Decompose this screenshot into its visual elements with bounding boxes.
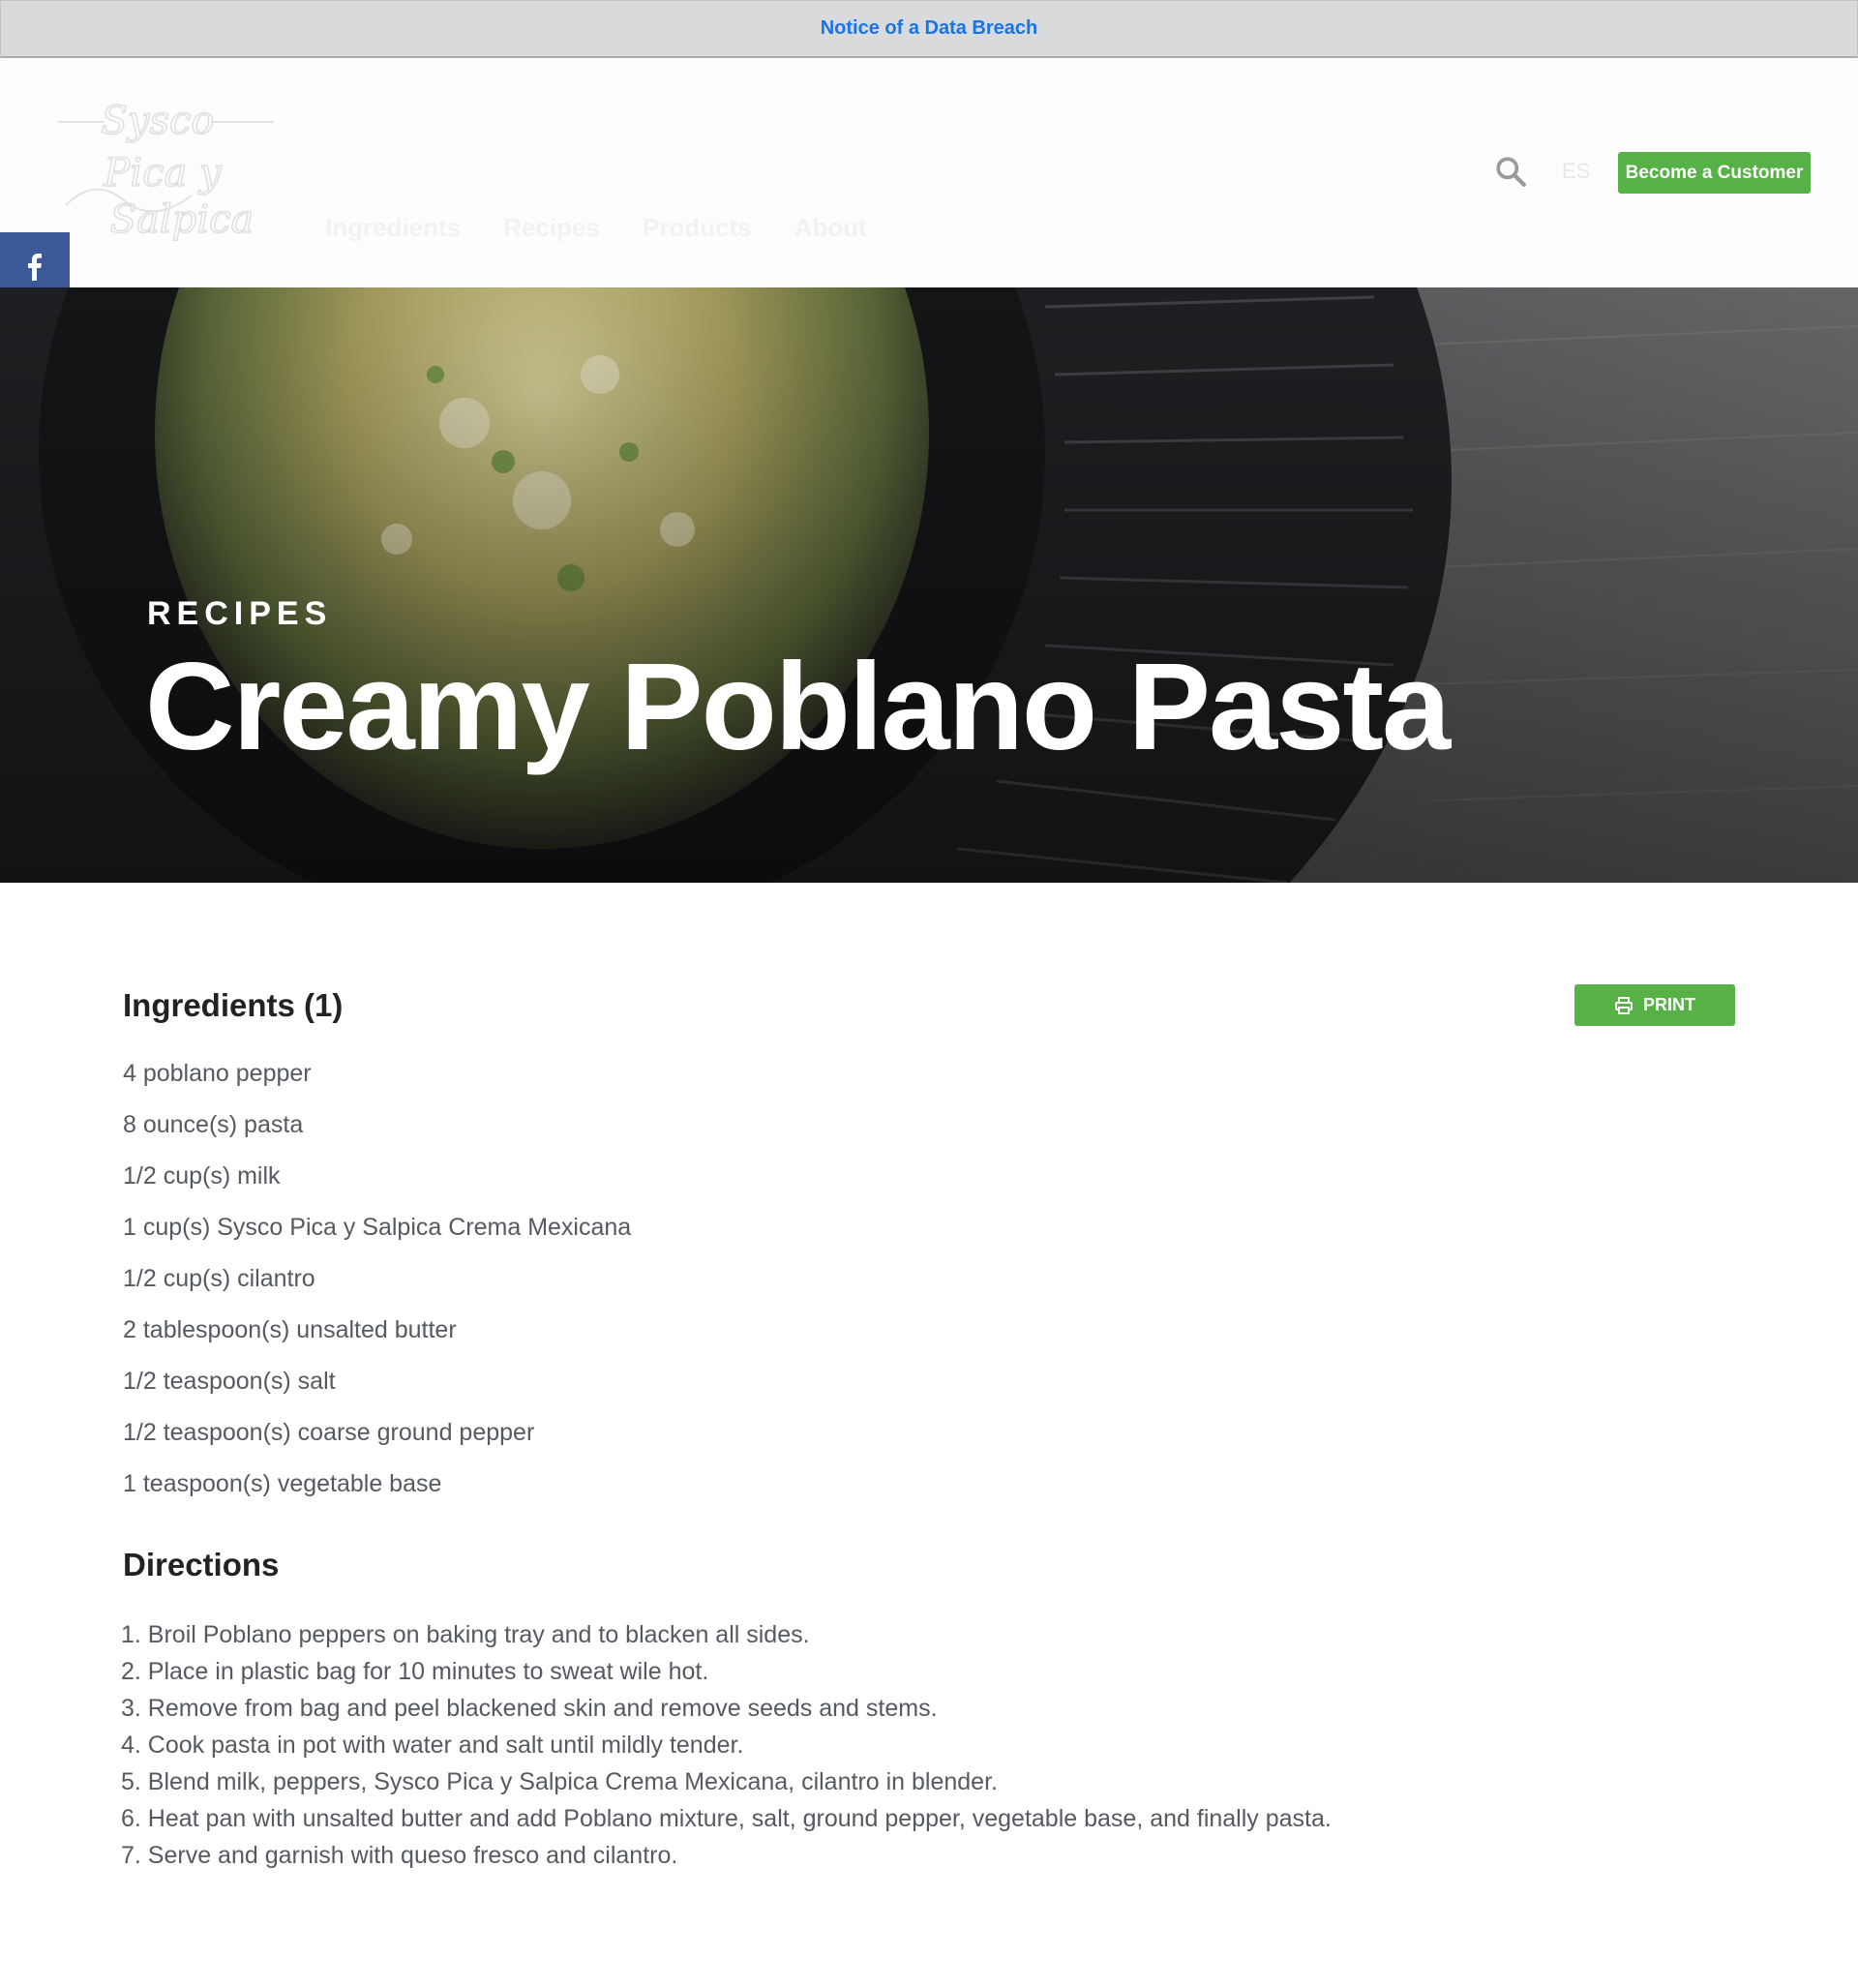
hero-kicker: RECIPES (147, 595, 333, 632)
ingredient-item: 2 tablespoon(s) unsalted butter (123, 1316, 457, 1343)
ingredient-item: 1/2 teaspoon(s) salt (123, 1368, 336, 1395)
data-breach-notice-link[interactable]: Notice of a Data Breach (821, 17, 1038, 40)
direction-step: 7. Serve and garnish with queso fresco a… (121, 1842, 678, 1869)
ingredient-item: 8 ounce(s) pasta (123, 1111, 304, 1138)
direction-step: 5. Blend milk, peppers, Sysco Pica y Sal… (121, 1768, 998, 1795)
directions-heading: Directions (123, 1547, 280, 1582)
ingredient-item: 1/2 cup(s) milk (123, 1162, 281, 1190)
ingredient-list: 4 poblano pepper 8 ounce(s) pasta 1/2 cu… (123, 1057, 631, 1519)
print-button[interactable]: PRINT (1574, 984, 1735, 1026)
direction-step: 4. Cook pasta in pot with water and salt… (121, 1732, 744, 1759)
direction-step: 3. Remove from bag and peel blackened sk… (121, 1695, 938, 1722)
facebook-icon (28, 254, 42, 281)
ingredient-item: 4 poblano pepper (123, 1060, 312, 1087)
nav-item-recipes[interactable]: Recipes (503, 213, 600, 243)
nav-item-products[interactable]: Products (643, 213, 752, 243)
notice-bar: Notice of a Data Breach (0, 0, 1858, 58)
nav-item-about[interactable]: About (794, 213, 867, 243)
ingredient-item: 1 cup(s) Sysco Pica y Salpica Crema Mexi… (123, 1214, 632, 1241)
direction-step: 6. Heat pan with unsalted butter and add… (121, 1805, 1332, 1832)
language-switch[interactable]: ES (1562, 159, 1590, 184)
ingredient-item: 1/2 cup(s) cilantro (123, 1265, 315, 1292)
hero-banner: RECIPES Creamy Poblano Pasta (0, 287, 1858, 883)
ingredient-item: 1/2 teaspoon(s) coarse ground pepper (123, 1419, 535, 1446)
ingredients-heading: Ingredients (1) (123, 987, 344, 1023)
become-a-customer-button[interactable]: Become a Customer (1618, 152, 1811, 194)
direction-step: 2. Place in plastic bag for 10 minutes t… (121, 1658, 709, 1685)
recipe-title: Creamy Poblano Pasta (145, 638, 1451, 776)
nav-item-ingredients[interactable]: Ingredients (325, 213, 461, 243)
search-icon[interactable] (1494, 155, 1527, 188)
svg-text:Sysco: Sysco (101, 99, 214, 143)
hero-pasta-image (0, 287, 1858, 883)
direction-list: 1. Broil Poblano peppers on baking tray … (121, 1616, 1332, 1874)
printer-icon (1615, 996, 1633, 1014)
site-header: Sysco Pica y Salpica Ingredients Recipes… (0, 58, 1858, 287)
print-button-label: PRINT (1643, 995, 1695, 1014)
main-nav: Ingredients Recipes Products About (325, 213, 867, 243)
ingredient-item: 1 teaspoon(s) vegetable base (123, 1470, 442, 1497)
sysco-pica-y-salpica-logo[interactable]: Sysco Pica y Salpica (56, 99, 279, 244)
direction-step: 1. Broil Poblano peppers on baking tray … (121, 1621, 810, 1648)
svg-text:Pica y: Pica y (103, 151, 223, 196)
svg-text:Salpica: Salpica (110, 197, 255, 242)
